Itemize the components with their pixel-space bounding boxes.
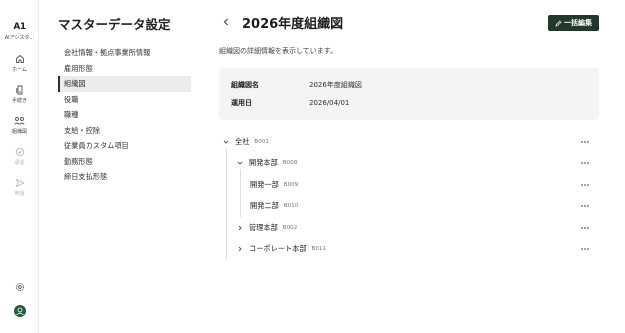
- tree-node-name: 全社: [235, 136, 250, 146]
- avatar: [13, 305, 26, 317]
- ellipsis-icon: [581, 140, 589, 143]
- org-chart-icon: [14, 117, 25, 125]
- rail-item-home[interactable]: ホーム: [0, 54, 39, 73]
- tree-node[interactable]: 開発一部 B009: [246, 174, 599, 195]
- ellipsis-icon: [581, 183, 589, 186]
- tree-node-name: コーポレート本部: [249, 243, 307, 253]
- document-icon: [15, 85, 22, 95]
- rail-item-org-chart[interactable]: 組織図: [0, 116, 39, 135]
- tree-node[interactable]: 開発本部 B008: [235, 152, 599, 173]
- ellipsis-icon: [581, 247, 589, 250]
- bulk-edit-label: 一括編集: [564, 19, 592, 27]
- tree-node[interactable]: 管理本部 B002: [235, 217, 599, 238]
- ellipsis-icon: [581, 161, 589, 164]
- rail-item-label: 組織図: [11, 129, 27, 135]
- nav-item-company-info[interactable]: 会社情報・拠点事業所情報: [58, 45, 191, 61]
- nav-item-closing-payment[interactable]: 締日支払形態: [58, 169, 191, 185]
- more-options-button[interactable]: [579, 224, 591, 232]
- more-options-button[interactable]: [579, 159, 591, 167]
- rail-item-approval[interactable]: 承認: [0, 147, 39, 166]
- tree-node-code: B008: [282, 159, 298, 166]
- settings-nav: マスターデータ設定 会社情報・拠点事業所情報 雇用形態 組織図 役職 職種 支給…: [39, 0, 200, 333]
- tree-guide-line: [226, 148, 227, 260]
- tree-node-name: 開発一部: [250, 179, 279, 189]
- rail-item-label: 手続き: [11, 98, 27, 104]
- back-button[interactable]: [220, 16, 232, 28]
- nav-item-job-type[interactable]: 職種: [58, 107, 191, 123]
- tree-node-code: B011: [311, 245, 327, 252]
- chevron-down-icon: [237, 161, 243, 165]
- ai-assistant-logo-icon: A1: [13, 22, 26, 32]
- tree-node-name: 開発本部: [249, 157, 278, 167]
- user-avatar-button[interactable]: [0, 305, 39, 317]
- expand-toggle[interactable]: [221, 140, 231, 144]
- page-title: 2026年度組織図: [242, 17, 344, 32]
- more-options-button[interactable]: [579, 181, 591, 189]
- tree-node-code: B009: [283, 181, 299, 188]
- nav-title: マスターデータ設定: [58, 17, 171, 32]
- rail-item-label: 承認: [14, 160, 25, 166]
- ellipsis-icon: [581, 204, 589, 207]
- ai-assistant-item[interactable]: A1 AIアシスタ...: [0, 22, 39, 41]
- nav-item-employee-custom-fields[interactable]: 従業員カスタム項目: [58, 138, 191, 154]
- nav-item-position[interactable]: 役職: [58, 92, 191, 108]
- send-icon: [15, 179, 24, 187]
- chevron-right-icon: [238, 225, 242, 230]
- nav-item-work-pattern[interactable]: 勤務形態: [58, 154, 191, 170]
- more-options-button[interactable]: [579, 202, 591, 210]
- tree-node-name: 管理本部: [249, 222, 278, 232]
- expand-toggle[interactable]: [235, 161, 245, 165]
- gear-icon: [15, 282, 24, 292]
- nav-item-employment-type[interactable]: 雇用形態: [58, 61, 191, 77]
- more-options-button[interactable]: [579, 245, 591, 253]
- chevron-right-icon: [238, 246, 242, 251]
- settings-button[interactable]: [0, 282, 39, 292]
- tree-node[interactable]: 全社 B001: [221, 131, 599, 152]
- bulk-edit-button[interactable]: 一括編集: [548, 15, 599, 31]
- expand-toggle[interactable]: [235, 225, 245, 231]
- tree-node-code: B001: [254, 138, 269, 145]
- tree-guide-line: [240, 169, 241, 217]
- page-description: 組織図の詳細情報を表示しています。: [219, 47, 338, 55]
- expand-toggle[interactable]: [235, 246, 245, 252]
- ellipsis-icon: [581, 226, 589, 229]
- nav-item-payment-deduction[interactable]: 支給・控除: [58, 123, 191, 139]
- chevron-down-icon: [223, 140, 229, 144]
- rail-item-label: 申請: [14, 191, 25, 197]
- main-content: 2026年度組織図 一括編集 組織図の詳細情報を表示しています。 組織図名 20…: [200, 0, 625, 333]
- info-label: 運用日: [231, 99, 252, 107]
- info-value: 2026/04/01: [309, 99, 350, 107]
- rail-item-application[interactable]: 申請: [0, 178, 39, 197]
- ai-assistant-label: AIアシスタ...: [4, 35, 35, 41]
- tree-node[interactable]: コーポレート本部 B011: [235, 238, 599, 259]
- info-label: 組織図名: [231, 81, 259, 89]
- nav-list: 会社情報・拠点事業所情報 雇用形態 組織図 役職 職種 支給・控除 従業員カスタ…: [58, 45, 191, 185]
- tree-node-code: B002: [282, 224, 298, 231]
- org-chart-info-card: 組織図名 2026年度組織図 運用日 2026/04/01: [219, 68, 599, 120]
- home-icon: [15, 55, 24, 63]
- more-options-button[interactable]: [579, 138, 591, 146]
- tree-node-code: B010: [283, 202, 299, 209]
- chevron-left-icon: [223, 18, 228, 26]
- nav-item-org-chart[interactable]: 組織図: [58, 76, 191, 92]
- tree-node[interactable]: 開発二部 B010: [246, 195, 599, 216]
- rail-item-procedures[interactable]: 手続き: [0, 85, 39, 104]
- tree-node-name: 開発二部: [250, 200, 279, 210]
- rail-item-label: ホーム: [12, 67, 27, 73]
- info-row-date: 運用日 2026/04/01: [231, 97, 349, 109]
- info-row-name: 組織図名 2026年度組織図: [231, 79, 362, 91]
- check-circle-icon: [15, 147, 24, 157]
- pencil-icon: [555, 20, 562, 26]
- info-value: 2026年度組織図: [309, 81, 362, 89]
- icon-rail: A1 AIアシスタ... ホーム 手続き 組織図 承認 申請: [0, 0, 39, 333]
